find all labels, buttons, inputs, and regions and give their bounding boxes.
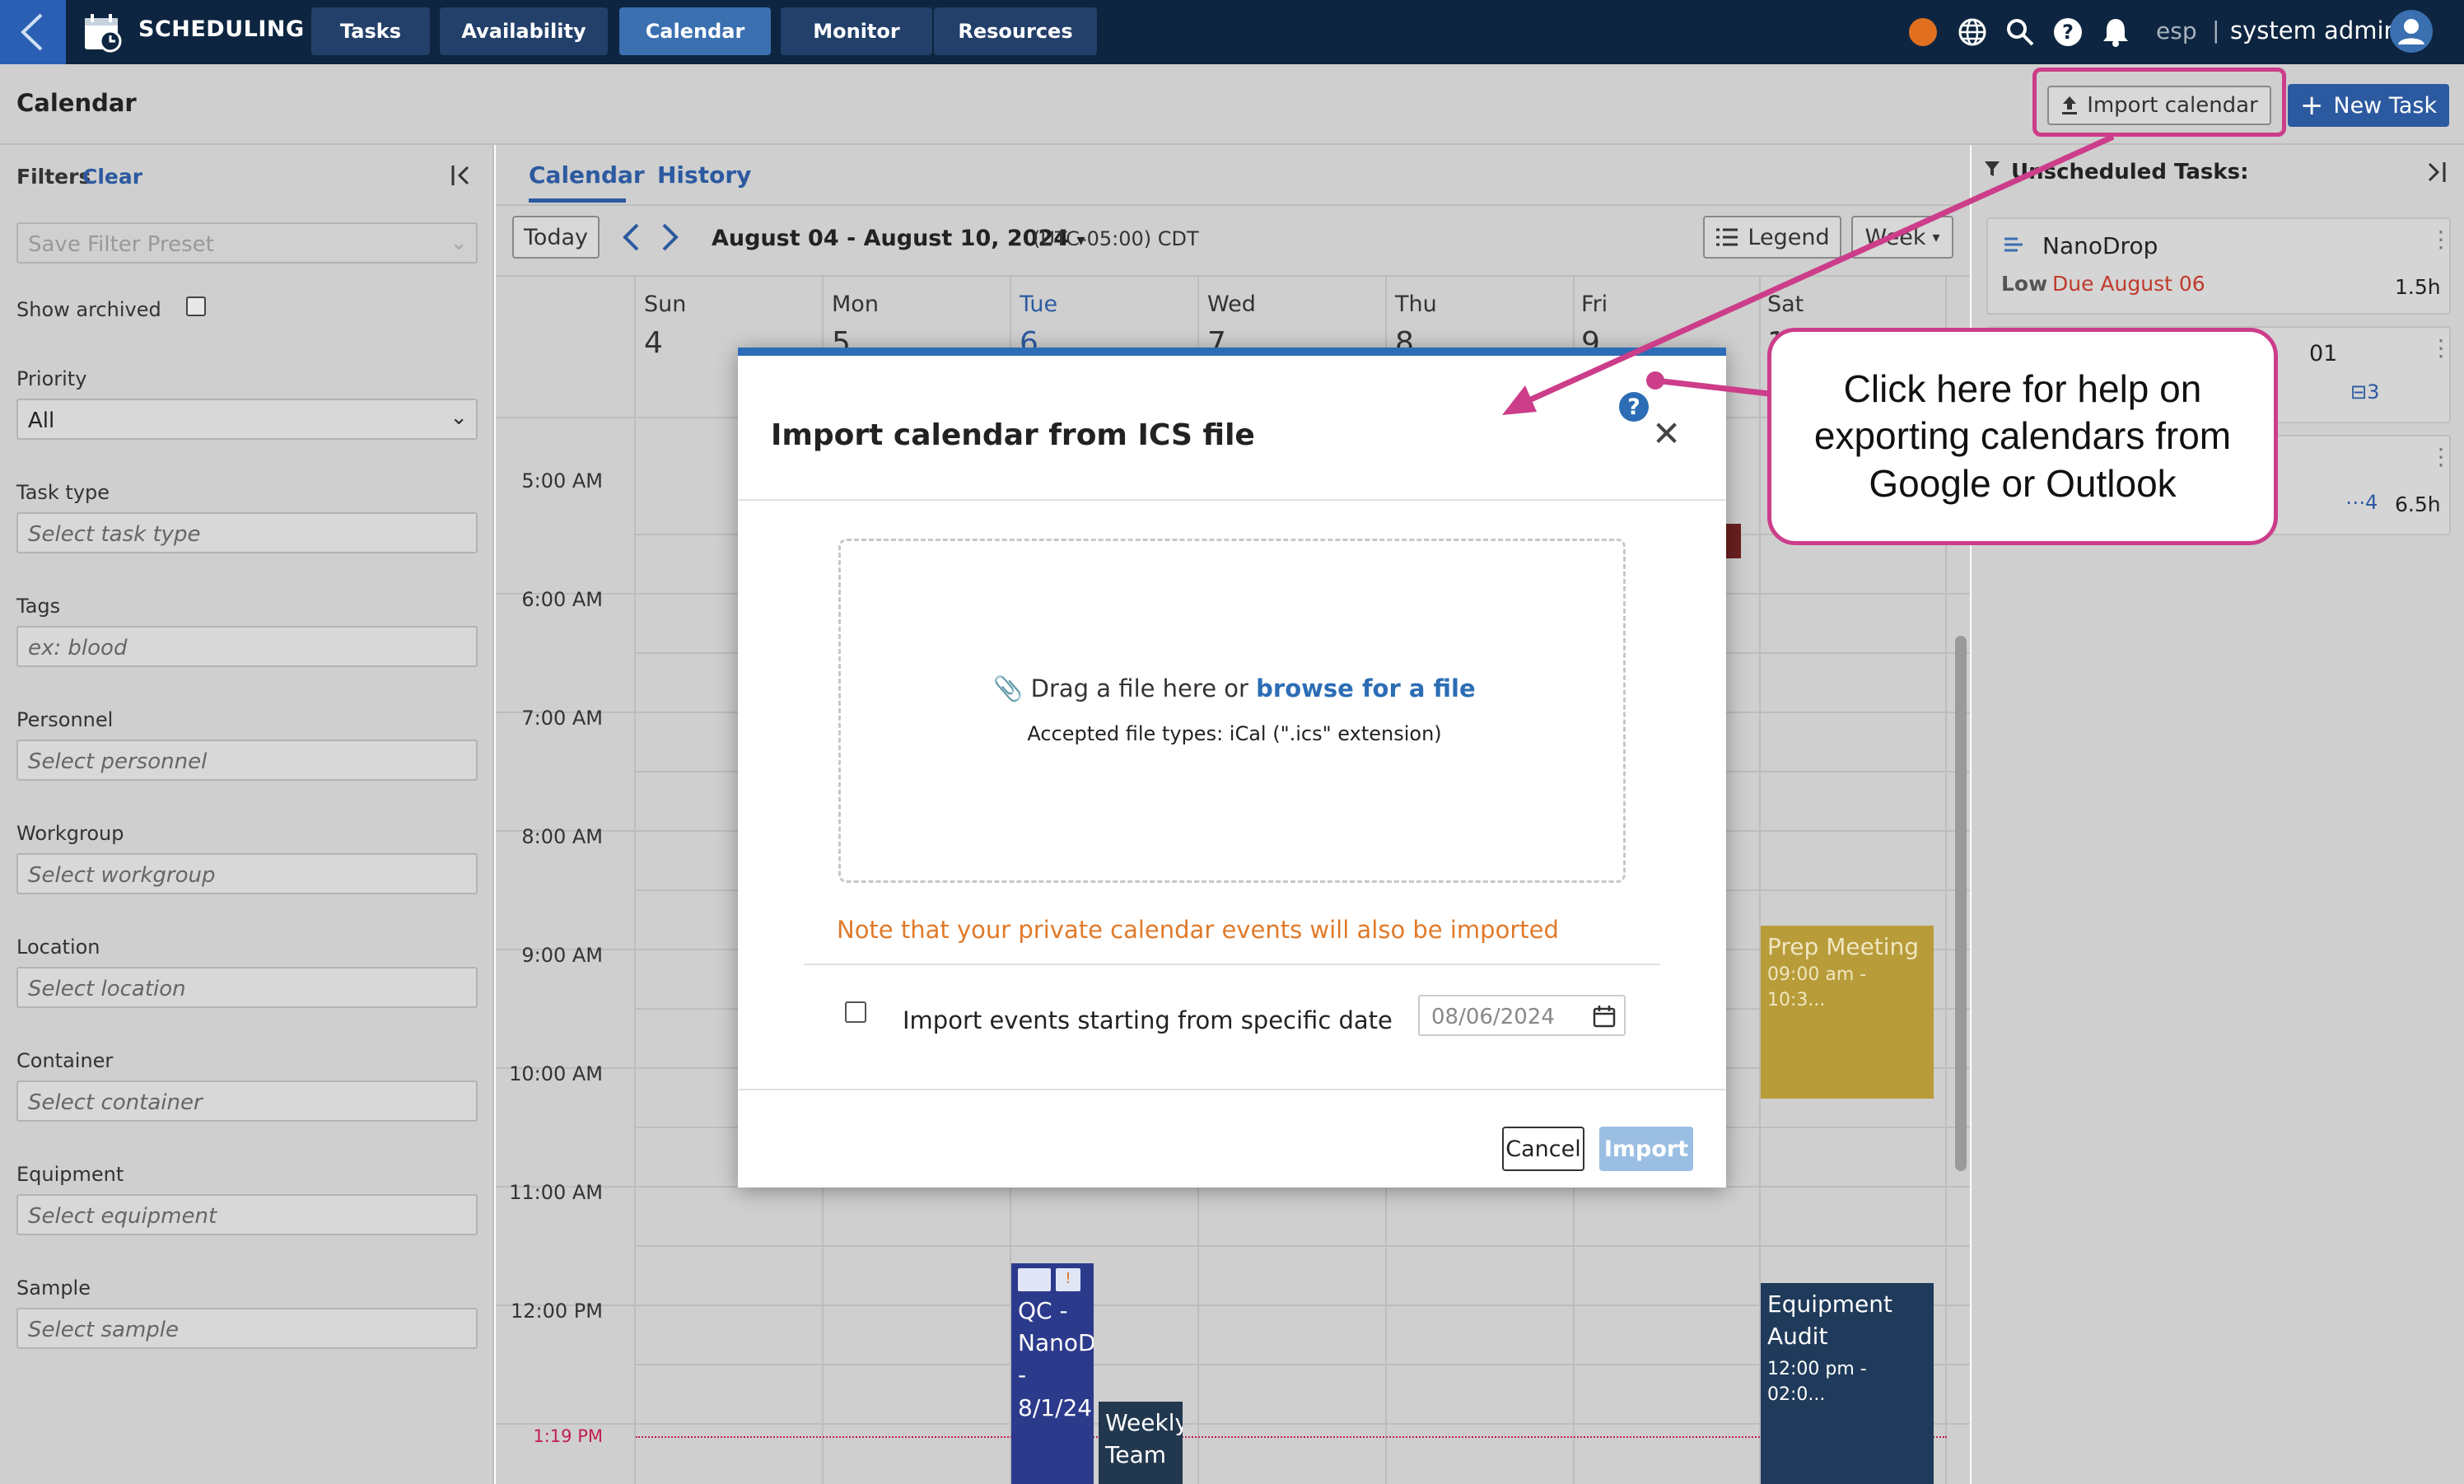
divider <box>804 964 1660 965</box>
drop-text-row: 📎 Drag a file here or browse for a file <box>841 674 1628 703</box>
specific-date-checkbox[interactable] <box>845 1001 866 1023</box>
paperclip-icon: 📎 <box>993 674 1024 702</box>
modal-title: Import calendar from ICS file <box>771 418 1255 452</box>
start-date-input[interactable]: 08/06/2024 <box>1418 995 1626 1036</box>
start-date-value: 08/06/2024 <box>1431 1005 1555 1029</box>
calendar-icon[interactable] <box>1593 1005 1616 1028</box>
close-icon[interactable]: ✕ <box>1652 413 1681 454</box>
help-icon[interactable]: ? <box>1619 392 1649 422</box>
accepted-file-types: Accepted file types: iCal (".ics" extens… <box>1027 722 1442 745</box>
divider <box>738 1089 1726 1090</box>
divider <box>738 499 1726 501</box>
cancel-button[interactable]: Cancel <box>1502 1127 1584 1171</box>
private-events-note: Note that your private calendar events w… <box>837 916 1559 944</box>
specific-date-label: Import events starting from specific dat… <box>903 1006 1393 1034</box>
import-calendar-modal: Import calendar from ICS file ? ✕ 📎 Drag… <box>738 348 1726 1188</box>
import-button[interactable]: Import <box>1599 1127 1693 1171</box>
annotation-callout: Click here for help on exporting calenda… <box>1767 328 2278 545</box>
file-dropzone[interactable]: 📎 Drag a file here or browse for a file … <box>838 539 1626 883</box>
drop-text: Drag a file here or <box>1030 674 1248 702</box>
browse-file-link[interactable]: browse for a file <box>1256 674 1476 702</box>
